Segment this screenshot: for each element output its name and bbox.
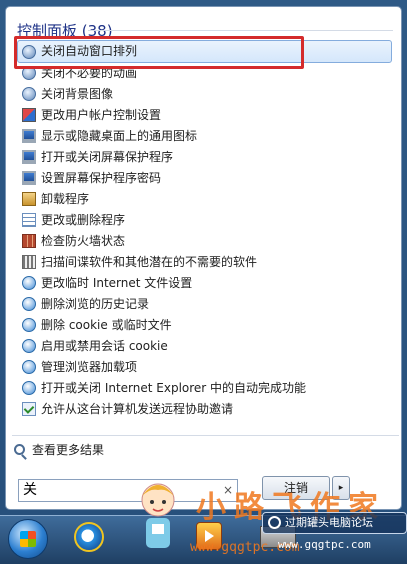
- uac-flag-icon: [22, 108, 36, 122]
- internet-options-icon: [22, 297, 36, 311]
- result-item[interactable]: 打开或关闭屏幕保护程序: [18, 147, 392, 168]
- section-divider: [88, 30, 393, 31]
- result-label: 更改或删除程序: [41, 213, 126, 227]
- result-item[interactable]: 设置屏幕保护程序密码: [18, 168, 392, 189]
- result-item[interactable]: 更改临时 Internet 文件设置: [18, 273, 392, 294]
- internet-options-icon: [22, 381, 36, 395]
- programs-list-icon: [22, 213, 36, 227]
- result-item[interactable]: 显示或隐藏桌面上的通用图标: [18, 126, 392, 147]
- red-highlight-annotation: [14, 36, 304, 69]
- result-item[interactable]: 打开或关闭 Internet Explorer 中的自动完成功能: [18, 378, 392, 399]
- result-label: 删除 cookie 或临时文件: [41, 318, 172, 332]
- result-item[interactable]: 启用或禁用会话 cookie: [18, 336, 392, 357]
- internet-explorer-taskbar-icon[interactable]: [74, 522, 104, 552]
- result-label: 启用或禁用会话 cookie: [41, 339, 168, 353]
- internet-options-icon: [22, 276, 36, 290]
- result-item[interactable]: 关闭背景图像: [18, 84, 392, 105]
- result-item[interactable]: 删除浏览的历史记录: [18, 294, 392, 315]
- result-item[interactable]: 允许从这台计算机发送远程协助邀请: [18, 399, 392, 420]
- scanner-icon: [22, 255, 36, 269]
- internet-options-icon: [22, 339, 36, 353]
- watermark-mascot: [141, 483, 175, 548]
- result-label: 更改用户帐户控制设置: [41, 108, 162, 122]
- start-menu: 控制面板 (38) 关闭自动窗口排列 关闭不必要的动画 关闭背景图像 更改用户帐…: [0, 0, 407, 515]
- internet-options-icon: [22, 318, 36, 332]
- result-item[interactable]: 删除 cookie 或临时文件: [18, 315, 392, 336]
- monitor-icon: [22, 150, 36, 164]
- result-label: 关闭背景图像: [41, 87, 114, 101]
- more-results-divider: [12, 435, 399, 436]
- firewall-icon: [22, 234, 36, 248]
- result-label: 更改临时 Internet 文件设置: [41, 276, 193, 290]
- result-label: 打开或关闭屏幕保护程序: [41, 150, 174, 164]
- remote-assistance-icon: [22, 402, 36, 416]
- start-button[interactable]: [8, 519, 48, 559]
- see-more-results-label: 查看更多结果: [32, 443, 105, 457]
- result-item[interactable]: 管理浏览器加载项: [18, 357, 392, 378]
- result-item[interactable]: 扫描间谍软件和其他潜在的不需要的软件: [18, 252, 392, 273]
- result-item[interactable]: 更改用户帐户控制设置: [18, 105, 392, 126]
- programs-icon: [22, 192, 36, 206]
- result-label: 显示或隐藏桌面上的通用图标: [41, 129, 198, 143]
- result-label: 删除浏览的历史记录: [41, 297, 150, 311]
- result-label: 检查防火墙状态: [41, 234, 126, 248]
- internet-options-icon: [22, 360, 36, 374]
- result-item[interactable]: 检查防火墙状态: [18, 231, 392, 252]
- monitor-icon: [22, 171, 36, 185]
- result-item[interactable]: 更改或删除程序: [18, 210, 392, 231]
- result-label: 允许从这台计算机发送远程协助邀请: [41, 402, 234, 416]
- result-label: 设置屏幕保护程序密码: [41, 171, 162, 185]
- search-icon: [14, 444, 25, 455]
- result-label: 卸载程序: [41, 192, 90, 206]
- ease-of-access-icon: [22, 87, 36, 101]
- monitor-icon: [22, 129, 36, 143]
- result-label: 扫描间谍软件和其他潜在的不需要的软件: [41, 255, 258, 269]
- result-label: 管理浏览器加载项: [41, 360, 138, 374]
- watermark-badge: 过期罐头电脑论坛: [262, 512, 407, 534]
- search-input-value: 关: [23, 482, 37, 498]
- watermark-url: www.gqgtpc.com: [278, 538, 371, 551]
- results-list: 关闭自动窗口排列 关闭不必要的动画 关闭背景图像 更改用户帐户控制设置 显示或隐…: [17, 40, 392, 420]
- see-more-results-link[interactable]: 查看更多结果: [14, 442, 104, 458]
- result-label: 打开或关闭 Internet Explorer 中的自动完成功能: [41, 381, 307, 395]
- result-item[interactable]: 卸载程序: [18, 189, 392, 210]
